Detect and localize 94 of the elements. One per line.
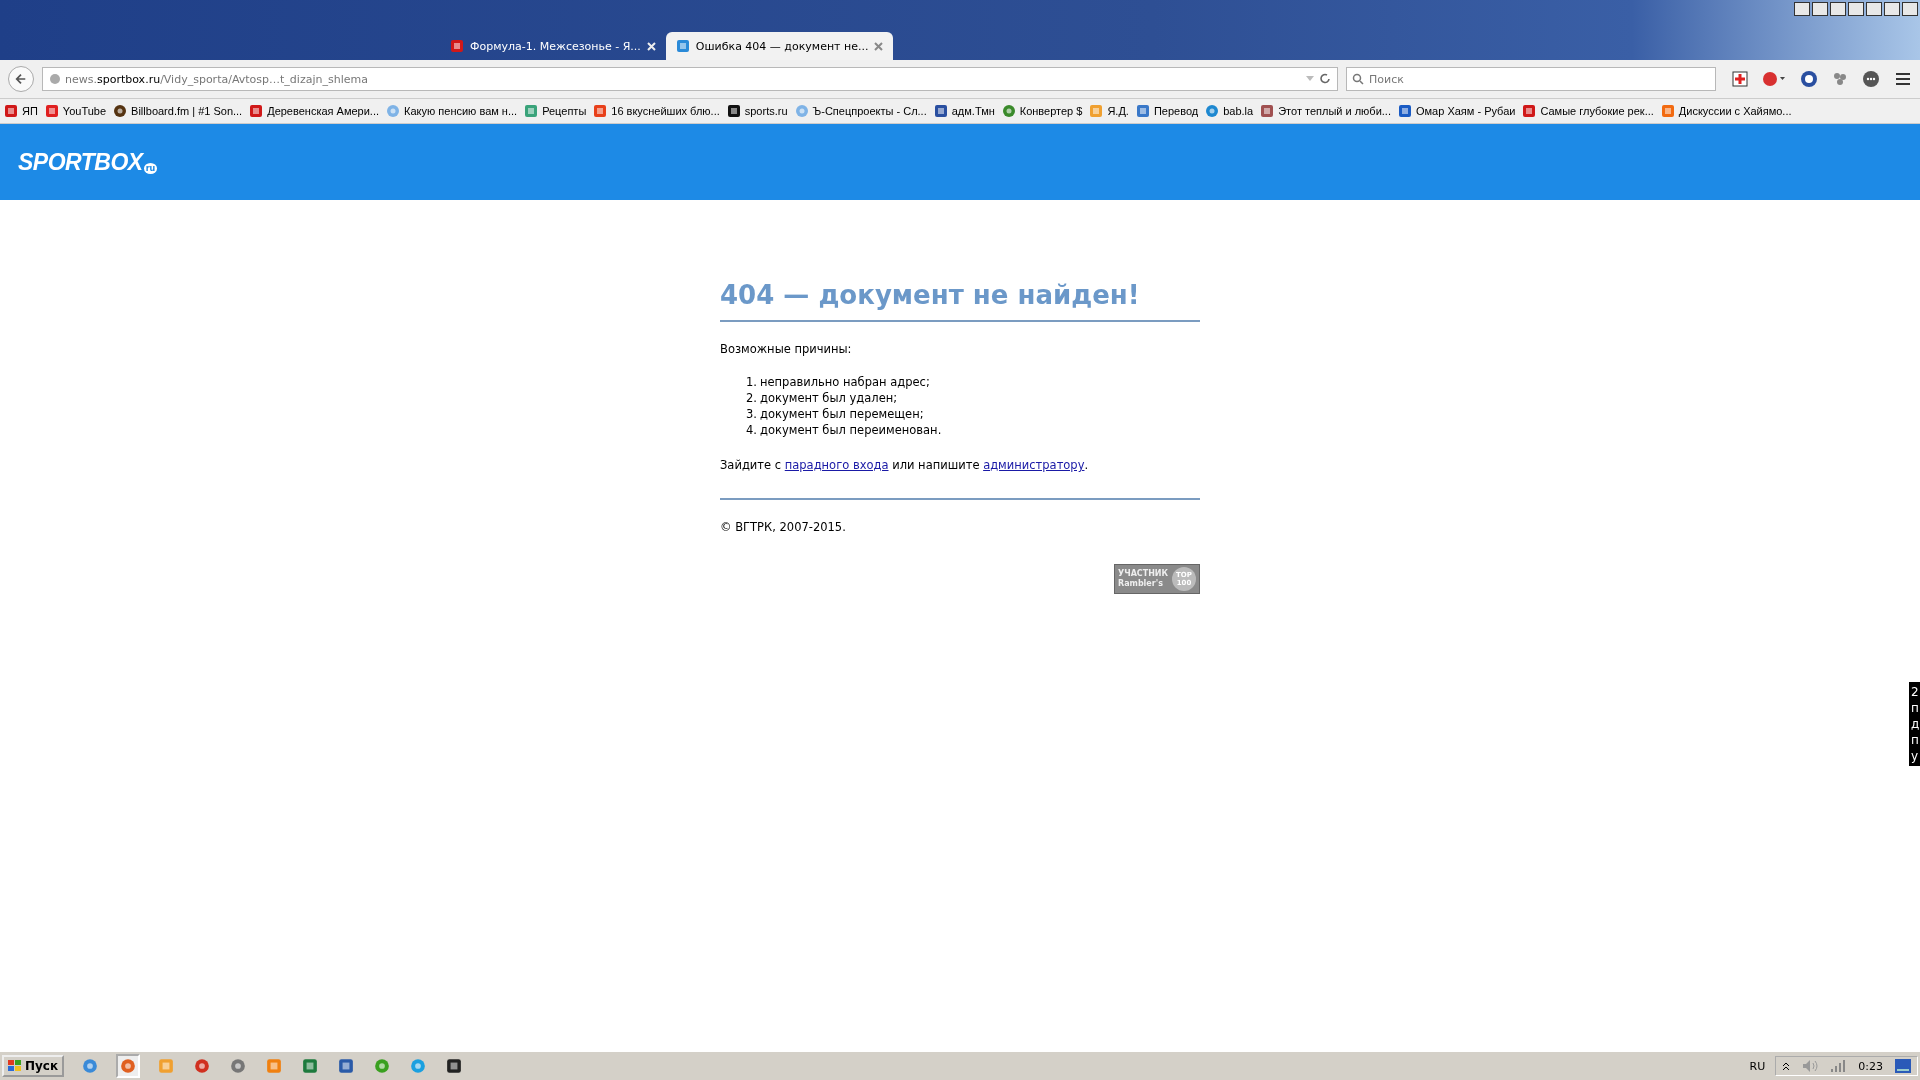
clock[interactable]: 0:23	[1858, 1059, 1883, 1073]
site-logo[interactable]: SPORTBOX	[18, 148, 143, 176]
bookmark[interactable]: Перевод	[1135, 104, 1199, 118]
home-link[interactable]: парадного входа	[784, 458, 889, 472]
back-button[interactable]	[8, 66, 34, 92]
bookmark[interactable]: адм.Тмн	[933, 104, 995, 118]
window-button[interactable]	[1830, 2, 1846, 16]
list-number: 1.	[746, 374, 756, 390]
app-icon	[410, 1058, 427, 1074]
logo-badge: ru	[143, 163, 158, 174]
bookmark-icon	[1260, 104, 1275, 118]
cause-item: документ был удален;	[760, 390, 898, 406]
bookmark-icon	[524, 104, 539, 118]
bookmark[interactable]: Ъ-Спецпроекты - Сл...	[794, 104, 927, 118]
bookmark[interactable]: YouTube	[44, 104, 107, 118]
bookmark[interactable]: Самые глубокие рек...	[1522, 104, 1654, 118]
page-title: 404 — документ не найден!	[720, 280, 1200, 322]
bookmark-icon	[386, 104, 401, 118]
bookmark-icon	[1398, 104, 1412, 118]
list-number: 4.	[746, 422, 756, 438]
bookmark-icon	[933, 104, 948, 118]
bookmark[interactable]: sports.ru	[726, 104, 788, 118]
copyright-text: © ВГТРК, 2007-2015.	[720, 520, 847, 534]
bookmark-icon	[593, 104, 608, 118]
hint-text: Зайдите с парадного входа или напишите администратору.	[720, 458, 1090, 472]
bookmark-icon	[794, 104, 809, 118]
side-panel[interactable]: 2 п д п у	[1909, 682, 1920, 766]
bookmark[interactable]: ЯП	[4, 104, 38, 118]
app-icon	[120, 1058, 137, 1074]
app-icon	[194, 1058, 211, 1074]
bookmark-icon	[1001, 104, 1016, 118]
causes-heading: Возможные причины:	[720, 342, 853, 356]
bookmark-icon	[113, 104, 128, 118]
window-button[interactable]	[1866, 2, 1882, 16]
browser-tab[interactable]: Ошибка 404 — документ не...	[665, 32, 894, 60]
app-icon	[338, 1058, 355, 1074]
list-number: 3.	[746, 406, 756, 422]
app-icon	[158, 1058, 175, 1074]
bookmark[interactable]: Какую пенсию вам н...	[386, 104, 518, 118]
bookmark-icon	[249, 104, 264, 118]
tab-favicon	[675, 39, 690, 53]
bookmark-icon	[1660, 104, 1675, 118]
window-button[interactable]	[1902, 2, 1918, 16]
bookmark[interactable]: Дискуссии с Хайямо...	[1660, 104, 1792, 118]
app-icon	[230, 1058, 247, 1074]
bookmark[interactable]: Деревенская Амери...	[249, 104, 380, 118]
bookmark-icon	[4, 104, 18, 118]
address-field[interactable]: news.sportbox.ru/Vidy_sporta/Avtosp…t_dizajn_shlema	[42, 67, 1338, 91]
bookmark-icon	[1135, 104, 1150, 118]
bookmark[interactable]: bab.la	[1205, 104, 1254, 118]
tab-favicon	[450, 39, 464, 53]
chevron-icon[interactable]	[1782, 1061, 1791, 1071]
signal-icon[interactable]	[1830, 1060, 1847, 1072]
app-icon	[374, 1058, 391, 1074]
menu-icon[interactable]	[1894, 71, 1912, 87]
close-icon[interactable]	[874, 41, 884, 51]
app-icon	[446, 1058, 463, 1074]
desktop-icon[interactable]	[1895, 1059, 1911, 1073]
dots-icon[interactable]	[1832, 71, 1848, 87]
first-aid-icon[interactable]	[1732, 71, 1748, 87]
start-button[interactable]: Пуск	[2, 1055, 65, 1077]
window-button[interactable]	[1794, 2, 1810, 16]
bookmark[interactable]: Омар Хаям - Рубаи	[1398, 104, 1516, 118]
search-icon	[1352, 73, 1364, 85]
cause-item: документ был перемещен;	[760, 406, 924, 422]
bookmark[interactable]: Billboard.fm | #1 Son...	[113, 104, 243, 118]
reload-icon[interactable]	[1319, 73, 1331, 85]
bookmark[interactable]: Я.Д.	[1089, 104, 1129, 118]
bookmark[interactable]: 16 вкуснейших блю...	[593, 104, 720, 118]
list-number: 2.	[746, 390, 756, 406]
bookmark-icon	[44, 104, 59, 118]
language-indicator[interactable]: RU	[1749, 1059, 1766, 1073]
window-button[interactable]	[1848, 2, 1864, 16]
bookmark[interactable]: Конвертер $	[1001, 104, 1083, 118]
chat-icon[interactable]	[1862, 70, 1880, 88]
cause-item: неправильно набран адрес;	[760, 374, 930, 390]
bookmark[interactable]: Этот теплый и люби...	[1260, 104, 1391, 118]
windows-logo-icon	[8, 1060, 22, 1072]
bookmark-icon	[1522, 104, 1537, 118]
bookmark-icon	[1089, 104, 1104, 118]
circle-icon[interactable]	[1800, 70, 1818, 88]
back-arrow-icon	[15, 72, 27, 86]
app-icon	[302, 1058, 319, 1074]
browser-tab[interactable]: Формула-1. Межсезонье - Я...	[440, 32, 666, 60]
search-field[interactable]: Поиск	[1346, 67, 1716, 91]
bookmark[interactable]: Рецепты	[524, 104, 587, 118]
app-icon	[266, 1058, 283, 1074]
bookmark-icon	[1205, 104, 1220, 118]
cause-item: документ был переименован.	[760, 422, 942, 438]
bookmark-icon	[726, 104, 741, 118]
admin-link[interactable]: администратору	[983, 458, 1085, 472]
window-button[interactable]	[1812, 2, 1828, 16]
app-icon	[82, 1058, 99, 1074]
window-button[interactable]	[1884, 2, 1900, 16]
